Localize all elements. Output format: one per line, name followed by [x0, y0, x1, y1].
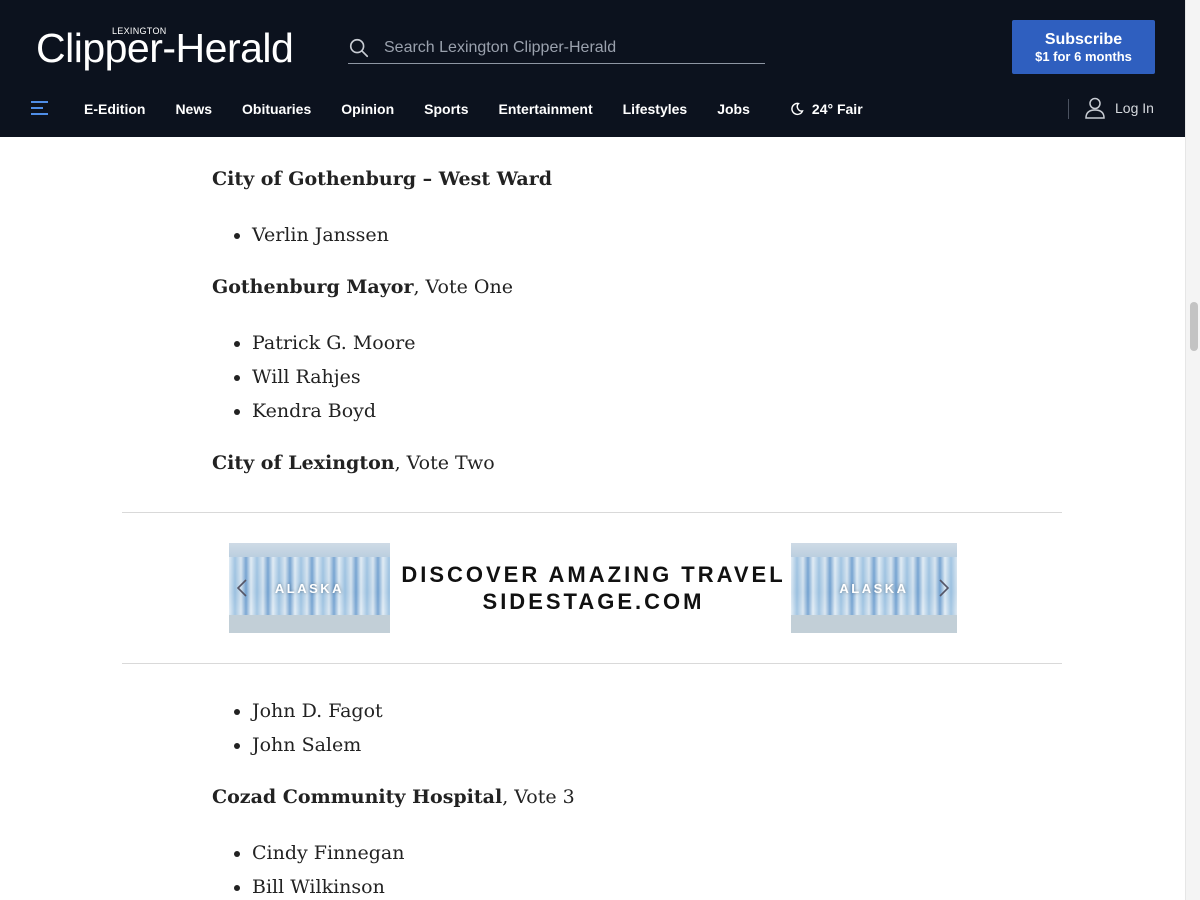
heading-bold: Gothenburg Mayor — [212, 276, 414, 298]
weather-widget[interactable]: 24° Fair — [790, 101, 863, 117]
site-logo[interactable]: LEXINGTON Clipper-Herald — [36, 24, 294, 70]
heading-rest: , Vote One — [413, 276, 513, 298]
ad-line-1: DISCOVER AMAZING TRAVEL — [401, 562, 786, 587]
list-item: Patrick G. Moore — [252, 326, 416, 360]
logo-small-text: LEXINGTON — [112, 26, 167, 36]
candidate-list-mayor: Patrick G. Moore Will Rahjes Kendra Boyd — [212, 326, 416, 428]
nav-item-sports[interactable]: Sports — [424, 101, 468, 117]
ad-divider-bottom — [122, 663, 1062, 664]
chevron-right-icon — [939, 579, 950, 597]
moon-icon — [791, 102, 804, 116]
login-label: Log In — [1115, 100, 1154, 116]
ad-next-arrow[interactable] — [931, 571, 957, 605]
subscribe-title: Subscribe — [1044, 30, 1123, 48]
search-icon[interactable] — [348, 37, 370, 59]
nav-item-opinion[interactable]: Opinion — [341, 101, 394, 117]
nav-item-e-edition[interactable]: E-Edition — [84, 101, 145, 117]
list-item: Cindy Finnegan — [252, 836, 405, 870]
nav-item-entertainment[interactable]: Entertainment — [499, 101, 593, 117]
ad-prev-arrow[interactable] — [229, 571, 255, 605]
section-heading-gothenburg-mayor: Gothenburg Mayor, Vote One — [212, 276, 513, 298]
candidate-list-cozad-hospital: Cindy Finnegan Bill Wilkinson — [212, 836, 405, 900]
ad-text: DISCOVER AMAZING TRAVEL SIDESTAGE.COM — [401, 561, 786, 615]
subscribe-button[interactable]: Subscribe $1 for 6 months — [1012, 20, 1155, 74]
article-body: City of Gothenburg – West Ward Verlin Ja… — [0, 137, 1185, 900]
list-item: John D. Fagot — [252, 694, 383, 728]
nav-items: E-Edition News Obituaries Opinion Sports… — [84, 90, 863, 128]
main-nav: E-Edition News Obituaries Opinion Sports… — [0, 90, 1185, 128]
heading-bold: City of Gothenburg – West Ward — [212, 168, 553, 190]
heading-bold: City of Lexington — [212, 452, 395, 474]
list-item: Kendra Boyd — [252, 394, 416, 428]
ad-line-2: SIDESTAGE.COM — [482, 589, 705, 614]
search-bar — [348, 32, 765, 64]
advertisement-banner[interactable]: ALASKA DISCOVER AMAZING TRAVEL SIDESTAGE… — [229, 543, 957, 633]
chevron-left-icon — [236, 579, 247, 597]
nav-item-jobs[interactable]: Jobs — [717, 101, 750, 117]
nav-item-news[interactable]: News — [175, 101, 212, 117]
list-item: John Salem — [252, 728, 383, 762]
heading-bold: Cozad Community Hospital — [212, 786, 503, 808]
page-scrollbar[interactable] — [1185, 0, 1200, 900]
search-input[interactable] — [382, 37, 756, 58]
scrollbar-thumb[interactable] — [1190, 302, 1198, 351]
candidate-list-west-ward: Verlin Janssen — [212, 218, 389, 252]
nav-divider — [1068, 99, 1069, 119]
heading-rest: , Vote 3 — [502, 786, 575, 808]
menu-icon[interactable] — [31, 100, 49, 116]
candidate-list-lexington: John D. Fagot John Salem — [212, 694, 383, 762]
nav-item-obituaries[interactable]: Obituaries — [242, 101, 311, 117]
list-item: Will Rahjes — [252, 360, 416, 394]
heading-rest: , Vote Two — [394, 452, 495, 474]
list-item: Verlin Janssen — [252, 218, 389, 252]
login-button[interactable]: Log In — [1085, 97, 1154, 119]
nav-item-lifestyles[interactable]: Lifestyles — [623, 101, 688, 117]
section-heading-city-of-lexington: City of Lexington, Vote Two — [212, 452, 495, 474]
list-item: Bill Wilkinson — [252, 870, 405, 900]
ad-divider-top — [122, 512, 1062, 513]
section-heading-gothenburg-west-ward: City of Gothenburg – West Ward — [212, 168, 552, 190]
section-heading-cozad-hospital: Cozad Community Hospital, Vote 3 — [212, 786, 575, 808]
user-icon — [1085, 97, 1105, 119]
site-header: LEXINGTON Clipper-Herald Subscribe $1 fo… — [0, 0, 1185, 137]
subscribe-price: $1 for 6 months — [1035, 48, 1132, 64]
weather-text: 24° Fair — [811, 101, 863, 117]
